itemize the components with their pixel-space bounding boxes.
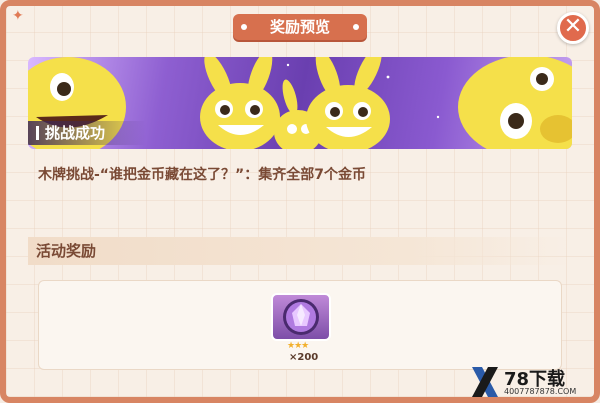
site-watermark: 78下载 4007787878.COM bbox=[470, 365, 594, 399]
reward-star-rating: ★★★ bbox=[287, 341, 309, 351]
close-icon: ✕ bbox=[563, 14, 583, 39]
banner-label: 挑战成功 bbox=[28, 121, 146, 145]
challenge-description: 木牌挑战-“谁把金币藏在这了？”：集齐全部7个金币 bbox=[38, 167, 366, 183]
challenge-banner: 挑战成功 bbox=[28, 57, 572, 149]
banner-label-text: 挑战成功 bbox=[45, 124, 106, 142]
dialog-title: 奖励预览 bbox=[233, 14, 367, 40]
label-bar-icon bbox=[36, 126, 39, 140]
close-button[interactable]: ✕ bbox=[557, 12, 589, 44]
watermark-logo-icon bbox=[472, 367, 498, 397]
activity-rewards-header: 活动奖励 bbox=[28, 237, 572, 265]
purple-gem-icon bbox=[283, 299, 319, 335]
watermark-site-text: 4007787878.COM bbox=[504, 387, 577, 396]
reward-count: ×200 bbox=[289, 352, 319, 363]
reward-item-gem[interactable] bbox=[271, 293, 331, 341]
leaf-decoration-icon: ✦ bbox=[12, 8, 24, 24]
